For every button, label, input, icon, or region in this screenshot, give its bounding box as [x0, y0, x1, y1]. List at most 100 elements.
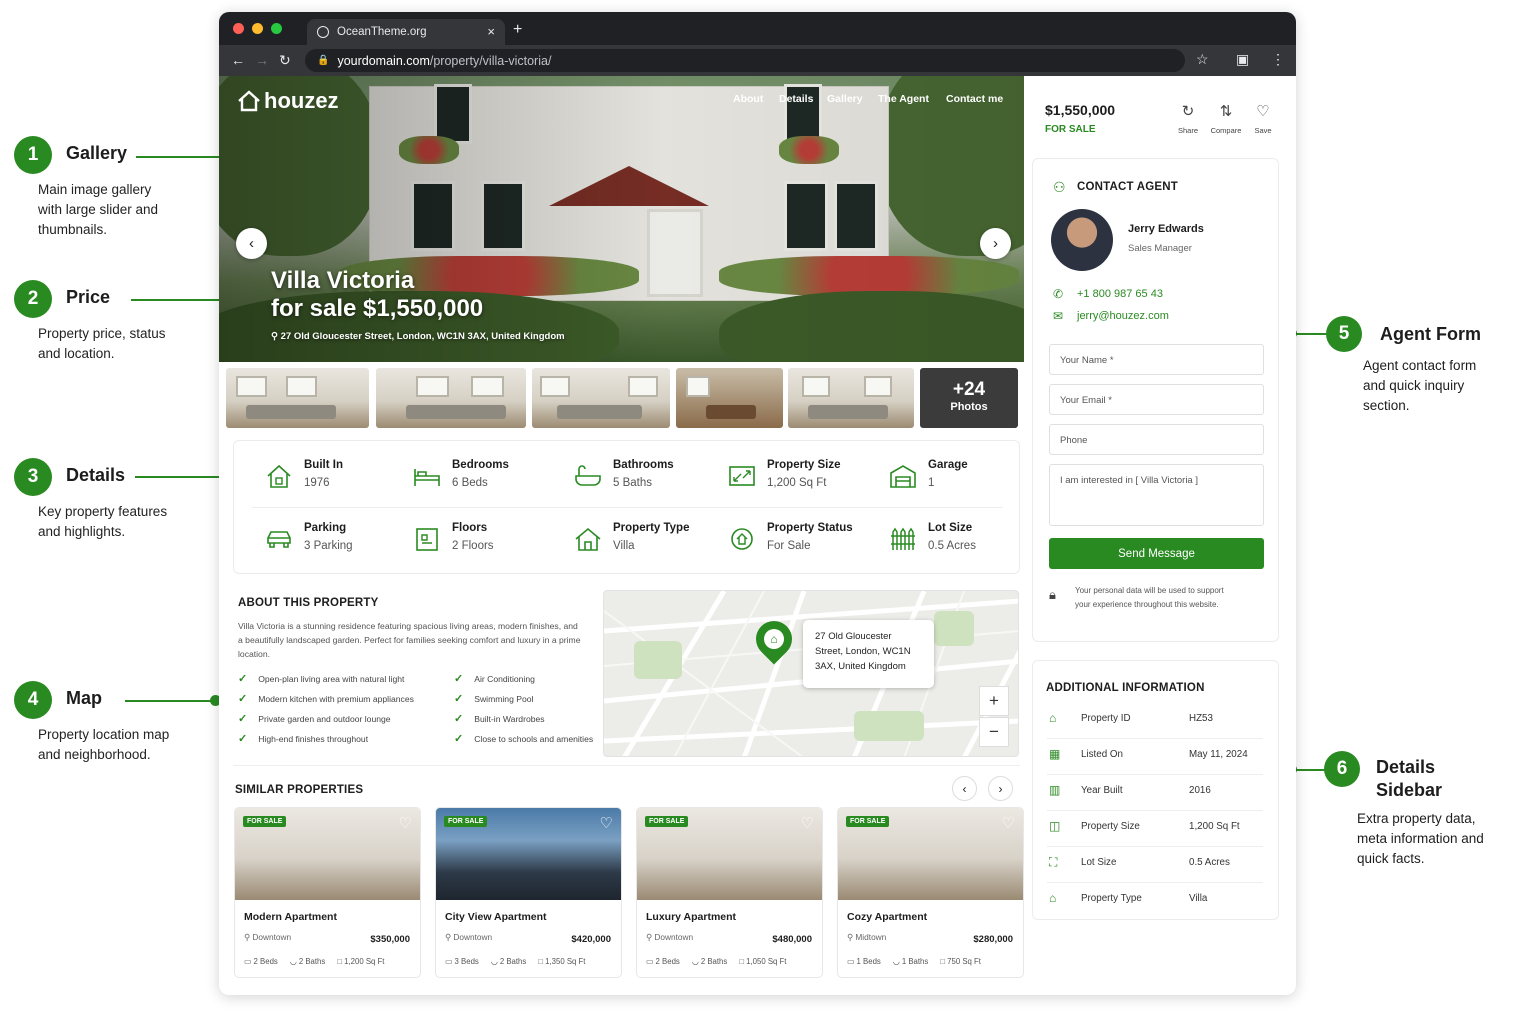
- email-field[interactable]: Your Email *: [1049, 384, 1264, 415]
- property-location: ⚲ Downtown: [445, 932, 492, 942]
- phone-field[interactable]: Phone: [1049, 424, 1264, 455]
- contact-agent-panel: ⚇ CONTACT AGENT Jerry Edwards Sales Mana…: [1032, 158, 1279, 642]
- privacy-note: Your personal data will be used to suppo…: [1075, 586, 1224, 609]
- property-location: ⚲ Downtown: [244, 932, 291, 942]
- feature-text: Open-plan living area with natural light: [258, 673, 405, 684]
- similar-property-card[interactable]: FOR SALE ♡ Cozy Apartment ⚲ Midtown $280…: [837, 807, 1024, 978]
- lock-icon: 🔒︎: [1049, 587, 1056, 602]
- contact-heading: CONTACT AGENT: [1077, 181, 1178, 193]
- map-park: [854, 711, 924, 741]
- name-field[interactable]: Your Name *: [1049, 344, 1264, 375]
- gallery-thumbnail[interactable]: [788, 368, 914, 428]
- gallery-thumbnail[interactable]: [532, 368, 670, 428]
- url-field[interactable]: 🔒 yourdomain.com/property/villa-victoria…: [305, 49, 1185, 72]
- forward-icon[interactable]: →: [255, 52, 269, 68]
- gallery-next-button[interactable]: ›: [980, 228, 1011, 259]
- save-button[interactable]: ♡ Save: [1243, 102, 1283, 135]
- location-text: Downtown: [252, 932, 292, 942]
- similar-property-card[interactable]: FOR SALE ♡ City View Apartment ⚲ Downtow…: [435, 807, 622, 978]
- gallery-prev-button[interactable]: ‹: [236, 228, 267, 259]
- compare-button[interactable]: ⇅ Compare: [1206, 102, 1246, 135]
- size-icon: [729, 466, 755, 486]
- more-photos-button[interactable]: +24 Photos: [920, 368, 1018, 428]
- hero-address-text: 27 Old Gloucester Street, London, WC1N 3…: [280, 331, 565, 342]
- close-window-button[interactable]: [233, 23, 244, 34]
- property-details-panel: Built In 1976 Bedrooms 6 Beds Bathrooms …: [233, 440, 1020, 574]
- similar-property-card[interactable]: FOR SALE ♡ Modern Apartment ⚲ Downtown $…: [234, 807, 421, 978]
- nav-the-agent[interactable]: The Agent: [878, 93, 929, 105]
- feature-text: Private garden and outdoor lounge: [258, 713, 391, 724]
- browser-tab[interactable]: OceanTheme.org ×: [307, 19, 505, 45]
- detail-label: Floors: [452, 522, 488, 534]
- site-logo[interactable]: houzez: [237, 88, 339, 114]
- property-name: Luxury Apartment: [646, 911, 737, 923]
- agent-email[interactable]: jerry@houzez.com: [1077, 310, 1169, 322]
- annotation-title: Map: [66, 688, 102, 708]
- info-row-property-id: ⌂ Property ID HZ53: [1047, 703, 1263, 739]
- annotation-connector: [125, 700, 215, 702]
- calendar-house-icon: [267, 464, 291, 488]
- heart-icon[interactable]: ♡: [1002, 814, 1015, 832]
- new-tab-icon[interactable]: +: [513, 21, 522, 39]
- zoom-out-button[interactable]: −: [979, 717, 1009, 747]
- zoom-in-button[interactable]: +: [979, 686, 1009, 716]
- annotation-title: Gallery: [66, 143, 128, 163]
- gallery-thumbnail[interactable]: [676, 368, 783, 428]
- similar-next-button[interactable]: ›: [988, 776, 1013, 801]
- extension-icon[interactable]: ▣: [1236, 51, 1249, 68]
- heart-icon[interactable]: ♡: [600, 814, 613, 832]
- annotation-number: 1: [14, 136, 52, 174]
- send-message-button[interactable]: Send Message: [1049, 538, 1264, 569]
- similar-property-card[interactable]: FOR SALE ♡ Luxury Apartment ⚲ Downtown $…: [636, 807, 823, 978]
- info-value: Villa: [1189, 893, 1208, 904]
- agent-phone[interactable]: +1 800 987 65 43: [1077, 288, 1163, 300]
- info-value: 2016: [1189, 785, 1211, 796]
- heart-icon[interactable]: ♡: [399, 814, 412, 832]
- back-icon[interactable]: ←: [231, 52, 245, 68]
- feature-text: High-end finishes throughout: [258, 733, 369, 744]
- property-name: City View Apartment: [445, 911, 547, 923]
- info-row-lot-size: ⛶ Lot Size 0.5 Acres: [1047, 847, 1263, 883]
- annotation-desc: Agent contact form and quick inquiry sec…: [1363, 358, 1477, 413]
- details-divider: [252, 507, 1003, 508]
- detail-value: 1976: [304, 477, 330, 489]
- status-badge: FOR SALE: [846, 816, 890, 827]
- nav-about[interactable]: About: [733, 93, 763, 105]
- detail-label: Built In: [304, 459, 343, 471]
- gallery-thumbnail[interactable]: [376, 368, 526, 428]
- message-field[interactable]: I am interested in [ Villa Victoria ]: [1049, 464, 1264, 526]
- detail-value: 1: [928, 477, 935, 489]
- address-bar-row: ← → ↻ 🔒 yourdomain.com/property/villa-vi…: [219, 45, 1296, 76]
- hero-gallery[interactable]: houzez About Details Gallery The Agent C…: [219, 76, 1024, 362]
- nav-gallery[interactable]: Gallery: [827, 93, 863, 105]
- feature-text: Air Conditioning: [474, 673, 535, 684]
- nav-contact[interactable]: Contact me: [946, 93, 1003, 105]
- reload-icon[interactable]: ↻: [279, 52, 291, 69]
- share-button[interactable]: ↻ Share: [1168, 102, 1208, 135]
- bed-icon: ▭ 1 Beds: [847, 957, 881, 966]
- annotation-desc: Main image gallery with large slider and…: [38, 182, 159, 237]
- user-icon: ⚇: [1053, 179, 1066, 195]
- detail-value: 1,200 Sq Ft: [767, 477, 827, 489]
- property-map[interactable]: ⌂ 27 Old Gloucester Street, London, WC1N…: [603, 590, 1019, 757]
- feature-text: Built-in Wardrobes: [474, 713, 545, 724]
- nav-details[interactable]: Details: [779, 93, 813, 105]
- sidebar-price: $1,550,000: [1045, 102, 1116, 118]
- annotation-number: 3: [14, 458, 52, 496]
- hero-title-name: Villa Victoria: [271, 267, 415, 294]
- info-row-listed-on: ▦ Listed On May 11, 2024: [1047, 739, 1263, 775]
- detail-label: Garage: [928, 459, 968, 471]
- share-icon: ↻: [1181, 103, 1195, 120]
- detail-label: Property Status: [767, 522, 853, 534]
- star-icon[interactable]: ☆: [1196, 51, 1209, 68]
- similar-prev-button[interactable]: ‹: [952, 776, 977, 801]
- more-menu-icon[interactable]: ⋮: [1271, 51, 1285, 68]
- detail-label: Property Type: [613, 522, 690, 534]
- annotation-title: Details: [66, 465, 126, 485]
- heart-icon[interactable]: ♡: [801, 814, 814, 832]
- close-tab-icon[interactable]: ×: [487, 24, 495, 39]
- minimize-window-button[interactable]: [252, 23, 263, 34]
- gallery-thumbnail[interactable]: [226, 368, 369, 428]
- feature-item: ✓ Open-plan living area with natural ligh…: [238, 672, 404, 685]
- maximize-window-button[interactable]: [271, 23, 282, 34]
